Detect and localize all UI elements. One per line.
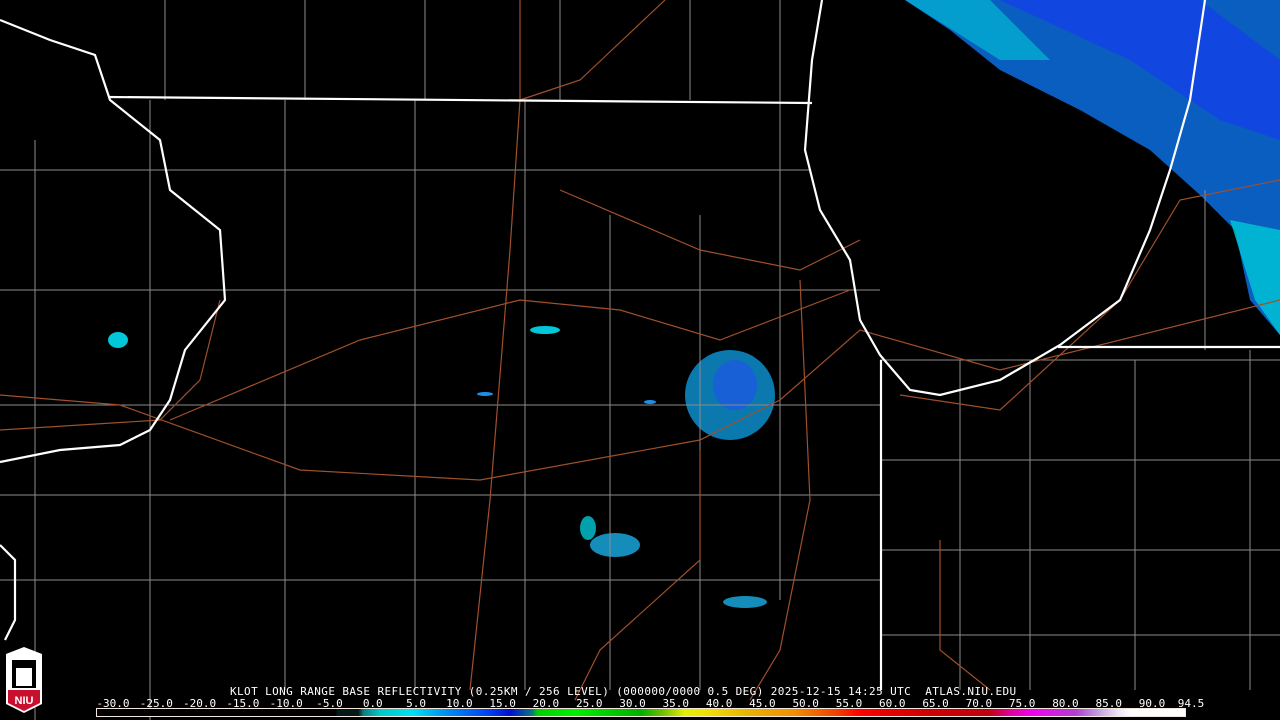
mississippi-river: [0, 18, 227, 464]
reflectivity-colorbar: [96, 708, 1186, 717]
niu-logo: NIU: [6, 647, 42, 713]
wisconsin-illinois-border: [107, 95, 813, 105]
radar-map[interactable]: [0, 0, 1280, 720]
radar-echoes: [108, 0, 1280, 608]
svg-text:NIU: NIU: [15, 695, 34, 707]
